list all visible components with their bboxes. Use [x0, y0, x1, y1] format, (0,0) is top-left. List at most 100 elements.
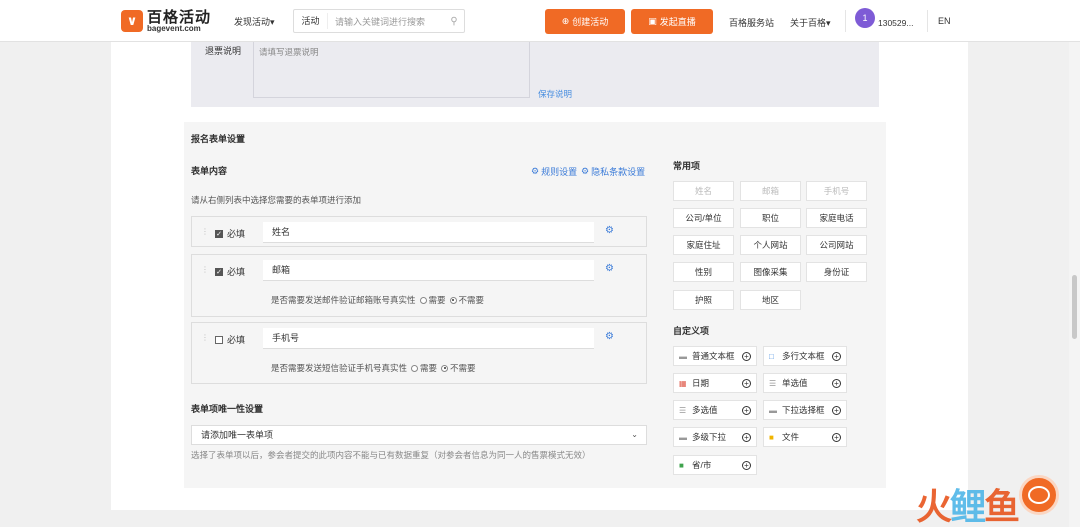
common-item-region[interactable]: 地区 — [740, 290, 801, 310]
common-item-gender[interactable]: 性别 — [673, 262, 734, 282]
radio-need-label: 需要 — [428, 295, 446, 305]
custom-item-multiline[interactable]: □ 多行文本框 + — [763, 346, 847, 366]
rules-settings-link[interactable]: ⚙ 规则设置 — [531, 165, 577, 178]
calendar-icon: ▦ — [679, 378, 687, 388]
privacy-settings-label: 隐私条款设置 — [591, 167, 646, 177]
header-divider — [927, 10, 928, 32]
form-content-title: 表单内容 — [191, 166, 228, 176]
required-checkbox[interactable]: 必填 — [215, 333, 245, 346]
chat-bubble-icon — [1028, 486, 1050, 504]
scrollbar-thumb[interactable] — [1072, 275, 1077, 339]
common-item-company[interactable]: 公司/单位 — [673, 208, 734, 228]
common-item-position[interactable]: 职位 — [740, 208, 801, 228]
nav-about-dropdown[interactable]: 关于百格▾ — [790, 16, 831, 29]
common-item-id-card[interactable]: 身份证 — [806, 262, 867, 282]
page-scrollbar[interactable] — [1069, 0, 1080, 527]
required-checkbox[interactable]: ✓ 必填 — [215, 227, 245, 240]
common-items-title: 常用项 — [673, 161, 701, 171]
custom-item-dropdown[interactable]: ▬ 下拉选择框 + — [763, 400, 847, 420]
text-field-icon: ▬ — [679, 351, 687, 361]
custom-item-cascade[interactable]: ▬ 多级下拉 + — [673, 427, 757, 447]
language-switch[interactable]: EN — [938, 16, 951, 26]
plus-circle-icon: + — [832, 378, 841, 388]
watermark-char: 火 — [916, 486, 952, 527]
search-icon[interactable]: ⚲ — [444, 16, 464, 27]
plus-circle-icon: + — [832, 432, 841, 442]
plus-circle-icon: + — [742, 460, 751, 470]
field-email-input[interactable]: 邮箱 — [263, 260, 594, 281]
search-bar: 活动 请输入关键词进行搜索 ⚲ — [293, 9, 465, 33]
common-item-company-site[interactable]: 公司网站 — [806, 235, 867, 255]
nav-service-station[interactable]: 百格服务站 — [729, 16, 774, 29]
custom-item-label: 多选值 — [692, 405, 718, 415]
plus-circle-icon: + — [832, 405, 841, 415]
drag-handle-icon[interactable]: ⋮ — [201, 333, 209, 342]
radio-not-need-label: 不需要 — [458, 295, 485, 305]
common-item-email: 邮箱 — [740, 181, 801, 201]
checkbox-checked-icon: ✓ — [215, 229, 223, 238]
start-live-button[interactable]: ▣ 发起直播 — [631, 9, 713, 34]
create-event-label: 创建活动 — [572, 17, 609, 27]
username[interactable]: 130529... — [878, 18, 913, 28]
folder-icon: ■ — [769, 432, 774, 442]
form-settings-title: 报名表单设置 — [191, 134, 246, 144]
custom-item-label: 多级下拉 — [692, 432, 727, 442]
save-refund-link[interactable]: 保存说明 — [538, 88, 572, 100]
site-logo[interactable]: ∨ 百格活动 bagevent.com — [121, 7, 213, 35]
custom-item-single-choice[interactable]: ☰ 单选值 + — [763, 373, 847, 393]
search-input[interactable]: 请输入关键词进行搜索 — [328, 15, 444, 28]
custom-item-file[interactable]: ■ 文件 + — [763, 427, 847, 447]
email-verify-option: 是否需要发送邮件验证邮箱账号真实性 需要 不需要 — [271, 294, 484, 306]
plus-circle-icon: + — [742, 405, 751, 415]
custom-items-title: 自定义项 — [673, 326, 710, 336]
drag-handle-icon[interactable]: ⋮ — [201, 227, 209, 236]
common-item-personal-site[interactable]: 个人网站 — [740, 235, 801, 255]
common-item-home-address[interactable]: 家庭住址 — [673, 235, 734, 255]
custom-item-multi-choice[interactable]: ☰ 多选值 + — [673, 400, 757, 420]
avatar[interactable]: 1 — [855, 8, 875, 28]
header-divider — [845, 10, 846, 32]
custom-item-text[interactable]: ▬ 普通文本框 + — [673, 346, 757, 366]
privacy-settings-link[interactable]: ⚙ 隐私条款设置 — [581, 165, 645, 178]
common-item-home-phone[interactable]: 家庭电话 — [806, 208, 867, 228]
custom-item-label: 多行文本框 — [782, 351, 825, 361]
radio-need[interactable] — [419, 296, 427, 304]
plus-circle-icon: ⊕ — [561, 16, 570, 26]
nav-discover-dropdown[interactable]: 发现活动▾ — [234, 15, 275, 28]
radio-need[interactable] — [411, 364, 419, 372]
create-event-button[interactable]: ⊕ 创建活动 — [545, 9, 625, 34]
logo-icon: ∨ — [121, 10, 143, 32]
field-settings-gear-icon[interactable]: ⚙ — [605, 263, 614, 274]
video-icon: ▣ — [648, 16, 657, 26]
unique-field-select-value: 请添加唯一表单项 — [201, 430, 274, 440]
email-verify-question: 是否需要发送邮件验证邮箱账号真实性 — [271, 295, 416, 305]
chat-support-button[interactable] — [1019, 475, 1059, 515]
form-hint: 请从右侧列表中选择您需要的表单项进行添加 — [191, 195, 362, 205]
required-checkbox[interactable]: ✓ 必填 — [215, 265, 245, 278]
unique-field-select[interactable]: 请添加唯一表单项 ⌄ — [191, 425, 647, 445]
common-item-passport[interactable]: 护照 — [673, 290, 734, 310]
field-name-input[interactable]: 姓名 — [263, 222, 594, 243]
radio-not-need[interactable] — [449, 296, 457, 304]
custom-item-label: 日期 — [692, 378, 710, 388]
custom-item-province-city[interactable]: ■ 省/市 + — [673, 455, 757, 475]
location-icon: ■ — [679, 460, 684, 470]
radio-list-icon: ☰ — [769, 378, 777, 388]
radio-not-need-label: 不需要 — [450, 363, 476, 373]
field-phone-input[interactable]: 手机号 — [263, 328, 594, 349]
field-settings-gear-icon[interactable]: ⚙ — [605, 331, 614, 342]
radio-need-label: 需要 — [420, 363, 438, 373]
drag-handle-icon[interactable]: ⋮ — [201, 265, 209, 274]
refund-textarea[interactable]: 请填写退票说明 — [253, 40, 530, 98]
custom-item-label: 文件 — [782, 432, 800, 442]
search-category-select[interactable]: 活动 — [294, 13, 328, 29]
custom-item-label: 普通文本框 — [692, 351, 735, 361]
start-live-label: 发起直播 — [659, 17, 696, 27]
radio-not-need[interactable] — [441, 364, 449, 372]
common-item-image-capture[interactable]: 图像采集 — [740, 262, 801, 282]
custom-item-date[interactable]: ▦ 日期 + — [673, 373, 757, 393]
plus-circle-icon: + — [742, 351, 751, 361]
watermark-logo: 火鲤鱼 — [916, 478, 1020, 527]
custom-item-label: 单选值 — [782, 378, 808, 388]
field-settings-gear-icon[interactable]: ⚙ — [605, 225, 614, 236]
